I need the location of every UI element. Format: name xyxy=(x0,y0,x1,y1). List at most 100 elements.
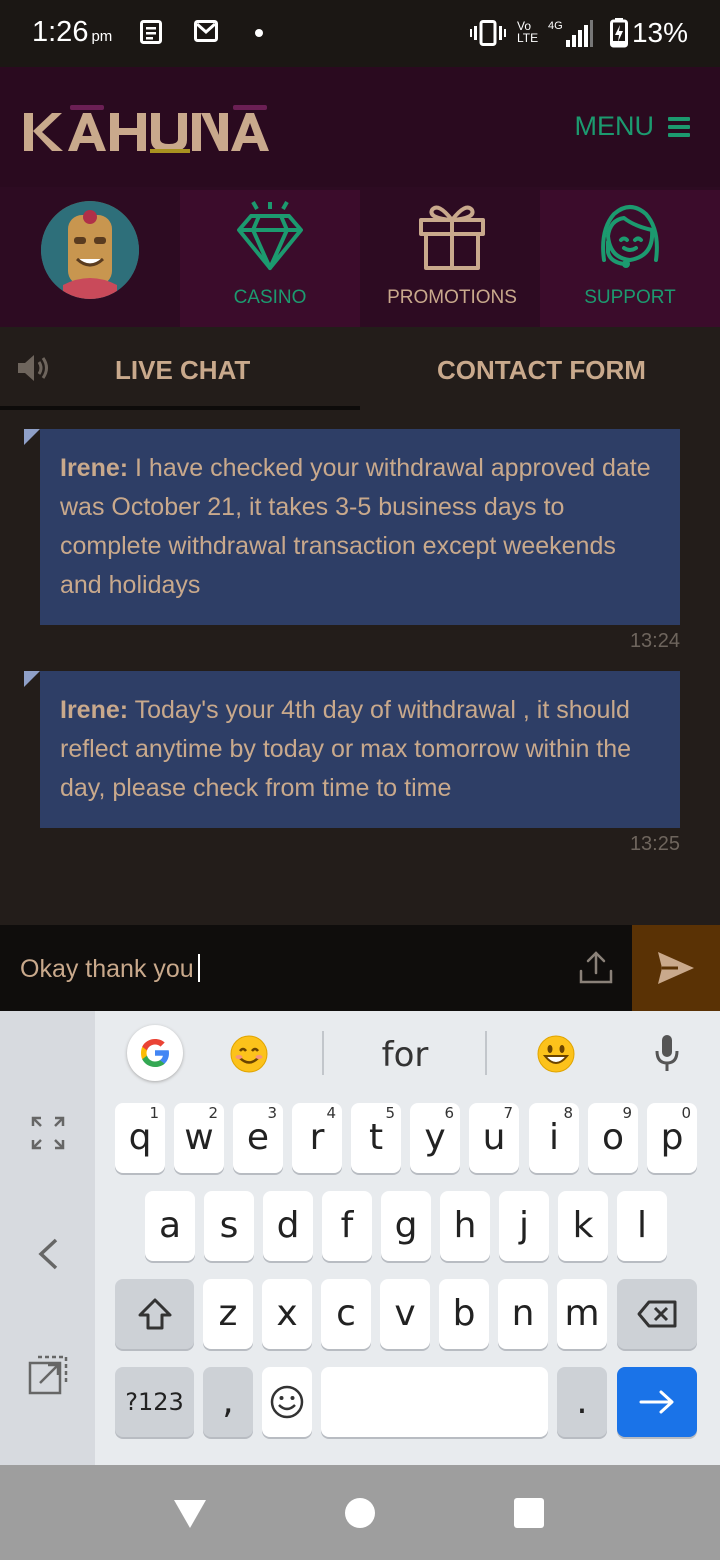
key-number-hint: 3 xyxy=(267,1104,277,1122)
arrow-right-icon xyxy=(639,1390,674,1414)
tab-contact-form[interactable]: CONTACT FORM xyxy=(437,355,646,386)
on-screen-keyboard: for q1w2e3r4t5y6u7i8o9p0 asdfghjkl z x c… xyxy=(0,1011,720,1465)
status-bar: 1:26 pm Vo LTE 4G 13% xyxy=(0,0,720,67)
key-b[interactable]: b xyxy=(439,1279,489,1349)
upload-icon[interactable] xyxy=(578,949,614,985)
key-q[interactable]: q1 xyxy=(115,1103,165,1173)
key-m[interactable]: m xyxy=(557,1279,607,1349)
key-letter: y xyxy=(424,1117,446,1158)
message-text: Today's your 4th day of withdrawal , it … xyxy=(60,696,632,802)
chevron-left-icon[interactable] xyxy=(36,1237,60,1271)
recents-nav-icon[interactable] xyxy=(513,1497,545,1529)
key-c[interactable]: c xyxy=(321,1279,371,1349)
message-input[interactable]: Okay thank you xyxy=(20,954,200,984)
comma-key[interactable]: , xyxy=(203,1367,253,1437)
key-p[interactable]: p0 xyxy=(647,1103,697,1173)
key-o[interactable]: o9 xyxy=(588,1103,638,1173)
key-letter: o xyxy=(601,1117,625,1158)
key-i[interactable]: i8 xyxy=(529,1103,579,1173)
key-y[interactable]: y6 xyxy=(410,1103,460,1173)
key-number-hint: 8 xyxy=(563,1104,573,1122)
key-letter: p xyxy=(660,1117,684,1158)
message-text: I have checked your withdrawal approved … xyxy=(60,454,651,599)
back-nav-icon[interactable] xyxy=(172,1498,208,1530)
key-r[interactable]: r4 xyxy=(292,1103,342,1173)
microphone-icon[interactable] xyxy=(653,1033,681,1073)
key-letter: e xyxy=(246,1117,270,1158)
grinning-emoji-icon[interactable] xyxy=(536,1034,576,1074)
expand-icon[interactable] xyxy=(30,1115,66,1151)
chat-message: Irene: Today's your 4th day of withdrawa… xyxy=(40,671,680,828)
menu-label: MENU xyxy=(574,111,655,141)
key-l[interactable]: l xyxy=(617,1191,667,1261)
key-e[interactable]: e3 xyxy=(233,1103,283,1173)
key-k[interactable]: k xyxy=(558,1191,608,1261)
key-number-hint: 4 xyxy=(326,1104,336,1122)
smiling-emoji-icon[interactable] xyxy=(229,1034,269,1074)
gmail-icon xyxy=(194,20,218,42)
key-f[interactable]: f xyxy=(322,1191,372,1261)
nav-support-label: SUPPORT xyxy=(584,287,676,308)
key-s[interactable]: s xyxy=(204,1191,254,1261)
key-letter: t xyxy=(368,1117,384,1158)
suggestion-strip: for xyxy=(95,1011,720,1095)
kahuna-logo[interactable] xyxy=(24,105,269,155)
key-a[interactable]: a xyxy=(145,1191,195,1261)
key-letter: r xyxy=(309,1117,325,1158)
key-number-hint: 7 xyxy=(503,1104,513,1122)
word-suggestion[interactable]: for xyxy=(323,1035,487,1075)
period-key[interactable]: . xyxy=(557,1367,607,1437)
speaker-icon[interactable] xyxy=(16,353,52,383)
emoji-key[interactable] xyxy=(262,1367,312,1437)
shift-key[interactable] xyxy=(115,1279,194,1349)
key-h[interactable]: h xyxy=(440,1191,490,1261)
suggestion-divider xyxy=(485,1031,487,1075)
key-letter: w xyxy=(184,1117,214,1158)
key-g[interactable]: g xyxy=(381,1191,431,1261)
main-nav: CASINO PROMOTIONS SUPPORT xyxy=(0,187,720,327)
nav-casino-label: CASINO xyxy=(233,287,307,308)
symbols-key[interactable]: ?123 xyxy=(115,1367,194,1437)
google-icon xyxy=(141,1039,169,1067)
key-n[interactable]: n xyxy=(498,1279,548,1349)
vibrate-icon xyxy=(470,20,506,46)
key-t[interactable]: t5 xyxy=(351,1103,401,1173)
key-u[interactable]: u7 xyxy=(469,1103,519,1173)
key-x[interactable]: x xyxy=(262,1279,312,1349)
backspace-key[interactable] xyxy=(617,1279,697,1349)
avatar[interactable] xyxy=(41,201,139,299)
chat-tabs: LIVE CHAT CONTACT FORM xyxy=(0,327,720,411)
enter-key[interactable] xyxy=(617,1367,697,1437)
space-key[interactable] xyxy=(321,1367,548,1437)
nav-casino[interactable]: CASINO xyxy=(180,190,360,327)
message-time: 13:25 xyxy=(629,833,680,855)
key-j[interactable]: j xyxy=(499,1191,549,1261)
menu-button[interactable]: MENU xyxy=(574,111,690,142)
message-sender: Irene: xyxy=(60,696,129,724)
key-v[interactable]: v xyxy=(380,1279,430,1349)
key-letter: i xyxy=(548,1117,559,1158)
key-letter: q xyxy=(128,1117,152,1158)
key-d[interactable]: d xyxy=(263,1191,313,1261)
message-time: 13:24 xyxy=(629,630,680,652)
bubble-tail xyxy=(24,429,40,445)
home-nav-icon[interactable] xyxy=(344,1497,376,1529)
key-z[interactable]: z xyxy=(203,1279,253,1349)
message-composer: Okay thank you xyxy=(0,925,720,1011)
key-w[interactable]: w2 xyxy=(174,1103,224,1173)
float-keyboard-icon[interactable] xyxy=(28,1355,68,1395)
tab-live-chat[interactable]: LIVE CHAT xyxy=(115,355,250,386)
key-number-hint: 0 xyxy=(681,1104,691,1122)
nav-promotions[interactable]: PROMOTIONS xyxy=(362,190,542,327)
support-agent-icon xyxy=(601,205,659,268)
text-caret xyxy=(197,954,200,982)
battery-charging-icon xyxy=(610,18,628,48)
bubble-tail xyxy=(24,671,40,687)
send-button[interactable] xyxy=(632,925,720,1011)
google-button[interactable] xyxy=(127,1025,183,1081)
nav-promotions-label: PROMOTIONS xyxy=(387,287,517,308)
status-time: 1:26 pm xyxy=(32,16,113,48)
news-icon xyxy=(140,20,162,44)
nav-support[interactable]: SUPPORT xyxy=(540,190,720,327)
shift-icon xyxy=(138,1298,172,1330)
